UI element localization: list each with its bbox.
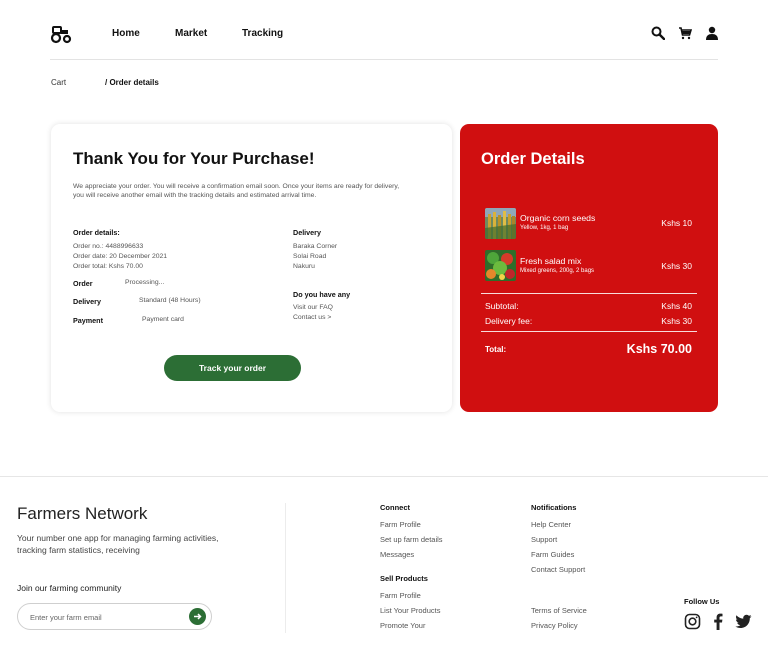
address-line-2: Solai Road — [293, 253, 327, 260]
delivery-method-value: Standard (48 Hours) — [139, 297, 201, 304]
subtotal-label: Subtotal: — [485, 301, 519, 311]
breadcrumb-cart[interactable]: Cart — [51, 78, 66, 87]
footer-link[interactable]: List Your Products — [380, 606, 440, 615]
nav-market[interactable]: Market — [175, 28, 207, 39]
payment-value: Payment card — [142, 316, 184, 323]
salad-thumbnail — [485, 250, 516, 281]
nav-home[interactable]: Home — [112, 28, 140, 39]
order-summary-title: Order Details — [481, 150, 585, 168]
tractor-logo-icon[interactable] — [50, 24, 72, 44]
terms-link[interactable]: Terms of Service — [531, 606, 587, 615]
total-label: Total: — [485, 345, 507, 354]
delivery-method-label: Delivery — [73, 297, 101, 306]
order-number: Order no.: 4488996633 — [73, 243, 144, 250]
item-details: Mixed greens, 200g, 2 bags — [520, 268, 595, 274]
confirmation-message: We appreciate your order. You will recei… — [73, 183, 400, 199]
sell-products-heading: Sell Products — [380, 574, 428, 583]
subtotal-value: Kshs 40 — [661, 301, 692, 311]
breadcrumb-current: / Order details — [105, 78, 159, 87]
nav-tracking[interactable]: Tracking — [242, 28, 283, 39]
footer-link[interactable]: Farm Guides — [531, 550, 574, 559]
footer-link[interactable]: Messages — [380, 550, 414, 559]
summary-divider — [481, 293, 697, 294]
newsletter-form — [17, 603, 212, 630]
twitter-icon[interactable] — [735, 613, 752, 630]
arrow-right-icon — [194, 613, 202, 620]
instagram-icon[interactable] — [684, 613, 701, 630]
search-icon[interactable] — [651, 26, 665, 40]
item-details: Yellow, 1kg, 1 bag — [520, 225, 569, 231]
footer-divider — [285, 503, 286, 633]
notifications-heading: Notifications — [531, 503, 577, 512]
footer-brand: Farmers Network — [17, 504, 148, 523]
item-price: Kshs 10 — [661, 218, 692, 228]
delivery-fee-value: Kshs 30 — [661, 316, 692, 326]
address-line-1: Baraka Corner — [293, 243, 338, 250]
total-divider — [481, 331, 697, 332]
footer-link[interactable]: Promote Your — [380, 621, 425, 630]
delivery-fee-label: Delivery fee: — [485, 316, 533, 326]
farm-email-input[interactable] — [30, 609, 180, 625]
footer-link[interactable]: Farm Profile — [380, 520, 421, 529]
payment-label: Payment — [73, 316, 103, 325]
total-value: Kshs 70.00 — [626, 342, 692, 356]
footer-link[interactable]: Set up farm details — [380, 535, 443, 544]
delivery-heading: Delivery — [293, 228, 321, 237]
faq-link[interactable]: Visit our FAQ — [293, 303, 333, 313]
footer-tagline: Your number one app for managing farming… — [17, 533, 219, 555]
privacy-link[interactable]: Privacy Policy — [531, 621, 578, 630]
order-status-value: Processing... — [125, 279, 165, 286]
newsletter-submit-button[interactable] — [189, 608, 206, 625]
header-divider — [50, 59, 718, 60]
user-icon[interactable] — [705, 26, 719, 40]
footer-link[interactable]: Support — [531, 535, 557, 544]
item-name: Organic corn seeds — [520, 213, 596, 223]
order-status-label: Order — [73, 279, 93, 288]
order-total: Order total: Kshs 70.00 — [73, 263, 143, 270]
follow-us-label: Follow Us — [684, 597, 720, 606]
order-details-heading: Order details: — [73, 228, 120, 237]
contact-link[interactable]: Contact us > — [293, 313, 331, 323]
address-line-3: Nakuru — [293, 263, 315, 270]
connect-heading: Connect — [380, 503, 410, 512]
cart-icon[interactable] — [678, 26, 692, 40]
track-order-button[interactable]: Track your order — [164, 355, 301, 381]
footer-link[interactable]: Help Center — [531, 520, 571, 529]
page-title: Thank You for Your Purchase! — [73, 149, 315, 168]
footer-link[interactable]: Farm Profile — [380, 591, 421, 600]
help-heading: Do you have any — [293, 290, 351, 299]
item-price: Kshs 30 — [661, 261, 692, 271]
order-date: Order date: 20 December 2021 — [73, 253, 168, 260]
facebook-icon[interactable] — [710, 613, 727, 630]
footer-link[interactable]: Contact Support — [531, 565, 585, 574]
item-name: Fresh salad mix — [520, 256, 582, 266]
corn-seeds-thumbnail — [485, 208, 516, 239]
newsletter-label: Join our farming community — [17, 583, 122, 593]
